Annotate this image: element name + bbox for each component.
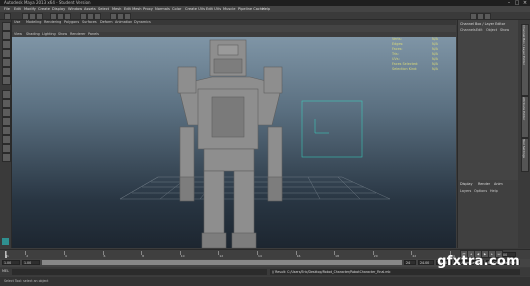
layout-graph-icon[interactable] bbox=[2, 126, 11, 135]
layer-tab-anim[interactable]: Anim bbox=[494, 182, 503, 187]
side-tab-channel-box[interactable]: Channel Box / Layer Editor bbox=[521, 24, 529, 96]
time-tick-label: 20 bbox=[373, 254, 378, 258]
range-bar[interactable] bbox=[42, 260, 402, 265]
layer-tab-display[interactable]: Display bbox=[460, 182, 473, 187]
layer-tab-render[interactable]: Render bbox=[478, 182, 490, 187]
layer-menu-options[interactable]: Options bbox=[474, 189, 487, 194]
watermark: gfxtra.com bbox=[437, 254, 520, 269]
side-tab-label: Channel Box / Layer Editor bbox=[522, 25, 526, 65]
maya-logo-icon bbox=[2, 238, 9, 245]
side-tab-label: Tool Settings bbox=[522, 139, 526, 159]
select-hierarchy-icon[interactable] bbox=[50, 13, 57, 20]
layer-menu-help[interactable]: Help bbox=[490, 189, 498, 194]
side-tab-attribute-editor[interactable]: Attribute Editor bbox=[521, 96, 529, 138]
render-icon[interactable] bbox=[110, 13, 117, 20]
layer-editor: Display Render Anim Layers Options Help bbox=[457, 180, 518, 248]
time-tick-label: 18 bbox=[335, 254, 339, 258]
channel-box-menu-object[interactable]: Object bbox=[486, 28, 497, 33]
playback-end-field[interactable]: 24 bbox=[404, 260, 416, 265]
command-result: // Result: C:/Users/Eric/Desktop/Robot_C… bbox=[270, 269, 520, 275]
snap-point-icon[interactable] bbox=[94, 13, 101, 20]
save-scene-icon[interactable] bbox=[36, 13, 43, 20]
channel-box-title: Channel Box / Layer Editor bbox=[460, 22, 506, 26]
time-tick-label: 8 bbox=[142, 254, 145, 258]
select-object-icon[interactable] bbox=[57, 13, 64, 20]
layout-outliner-icon[interactable] bbox=[2, 117, 11, 126]
command-input[interactable] bbox=[12, 269, 267, 275]
render-settings-icon[interactable] bbox=[124, 13, 131, 20]
snap-grid-icon[interactable] bbox=[80, 13, 87, 20]
channel-box-menu-show[interactable]: Show bbox=[500, 28, 509, 33]
time-tick-label: 6 bbox=[103, 254, 106, 258]
time-tick-label: 2 bbox=[26, 254, 29, 258]
time-tick-label: 4 bbox=[64, 254, 67, 258]
layout-single-icon[interactable] bbox=[2, 90, 11, 99]
toolbox bbox=[0, 20, 12, 248]
side-tabs: Channel Box / Layer Editor Attribute Edi… bbox=[518, 20, 530, 248]
last-tool-icon[interactable] bbox=[2, 76, 11, 85]
new-scene-icon[interactable] bbox=[22, 13, 29, 20]
help-line: Select Tool: select an object bbox=[0, 277, 530, 286]
anim-start-field[interactable]: 1.00 bbox=[2, 260, 20, 265]
viewport-perspective[interactable]: Verts: N/A Edges: N/A Faces: N/A Tris: N/A U… bbox=[12, 37, 456, 248]
ipr-render-icon[interactable] bbox=[117, 13, 124, 20]
status-line bbox=[0, 12, 530, 20]
snap-curve-icon[interactable] bbox=[87, 13, 94, 20]
shelf bbox=[12, 25, 456, 32]
scale-tool-icon[interactable] bbox=[2, 67, 11, 76]
layout-four-icon[interactable] bbox=[2, 99, 11, 108]
channel-box-toggle-icon[interactable] bbox=[470, 13, 477, 20]
command-line: MEL // Result: C:/Users/Eric/Desktop/Rob… bbox=[0, 268, 530, 276]
mode-selector-icon[interactable] bbox=[4, 13, 11, 20]
help-line-text: Select Tool: select an object bbox=[4, 279, 49, 283]
tool-settings-toggle-icon[interactable] bbox=[484, 13, 491, 20]
select-tool-icon[interactable] bbox=[2, 22, 11, 31]
time-tick-label: 10 bbox=[180, 254, 185, 258]
channel-box-menu-edit[interactable]: Edit bbox=[476, 28, 483, 33]
poly-count-hud: Verts: N/A Edges: N/A Faces: N/A Tris: N/A U… bbox=[392, 37, 456, 72]
anim-end-field[interactable]: 24.00 bbox=[418, 260, 434, 265]
time-tick-label: 22 bbox=[412, 254, 417, 258]
viewport-scene bbox=[119, 39, 391, 248]
attribute-editor-toggle-icon[interactable] bbox=[477, 13, 484, 20]
lasso-tool-icon[interactable] bbox=[2, 31, 11, 40]
hud-label: Selection Kind: bbox=[392, 67, 418, 71]
command-language-label[interactable]: MEL bbox=[2, 269, 9, 273]
layout-side-icon[interactable] bbox=[2, 108, 11, 117]
time-tick-label: 16 bbox=[296, 254, 301, 258]
playback-start-field[interactable]: 1.00 bbox=[22, 260, 40, 265]
hud-value: N/A bbox=[432, 67, 438, 71]
robot-model bbox=[177, 39, 283, 248]
rotate-tool-icon[interactable] bbox=[2, 58, 11, 67]
side-tab-tool-settings[interactable]: Tool Settings bbox=[521, 138, 529, 172]
open-scene-icon[interactable] bbox=[29, 13, 36, 20]
select-component-icon[interactable] bbox=[64, 13, 71, 20]
channel-box: Channel Box / Layer Editor Channels Edit… bbox=[457, 20, 518, 180]
wire-box bbox=[301, 100, 363, 158]
time-tick-label: 12 bbox=[219, 254, 224, 258]
layout-persp-graph-icon[interactable] bbox=[2, 144, 11, 153]
channel-box-menu-channels[interactable]: Channels bbox=[460, 28, 476, 33]
hud-row: Selection Kind: N/A bbox=[392, 67, 456, 72]
move-tool-icon[interactable] bbox=[2, 49, 11, 58]
layout-persp-outliner-icon[interactable] bbox=[2, 153, 11, 162]
layer-menu-layers[interactable]: Layers bbox=[460, 189, 471, 194]
paint-select-icon[interactable] bbox=[2, 40, 11, 49]
time-tick-label: 14 bbox=[257, 254, 262, 258]
side-tab-label: Attribute Editor bbox=[522, 97, 526, 121]
layout-hypershade-icon[interactable] bbox=[2, 135, 11, 144]
ground-grid bbox=[119, 176, 391, 200]
time-tick-label: 1 bbox=[7, 254, 9, 258]
